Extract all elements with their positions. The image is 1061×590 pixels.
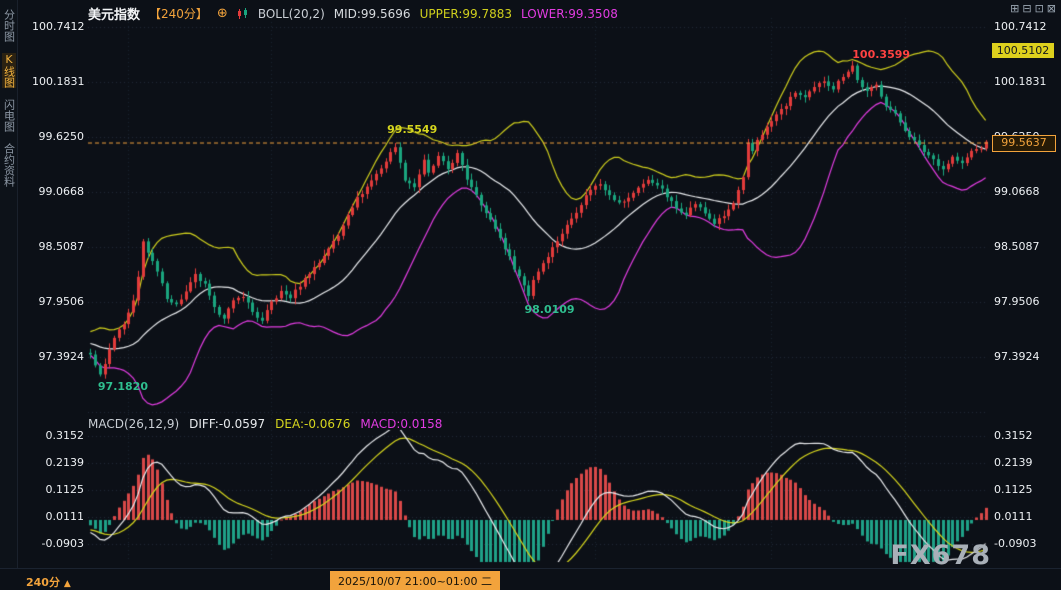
sidebar-tab-timeshare[interactable]: 分时图 xyxy=(2,9,16,42)
trading-chart-window: FX678 分时图 K线图 闪电图 合约资料 美元指数 【240分】 ⊕ BOL… xyxy=(0,0,1061,590)
sidebar-tab-contract-info[interactable]: 合约资料 xyxy=(2,143,16,187)
crosshair-time-box: 2025/10/07 21:00~01:00 二 xyxy=(330,571,500,590)
layout-split-icon[interactable]: ⊟ xyxy=(1022,3,1031,15)
period-indicator[interactable]: 240分 ▲ xyxy=(26,574,71,590)
add-indicator-icon[interactable]: ⊕ xyxy=(217,6,228,21)
upper-band-price-box: 100.5102 xyxy=(992,43,1054,58)
boll-upper-value: UPPER:99.7883 xyxy=(420,7,512,21)
period-selector[interactable]: 【240分】 xyxy=(149,5,208,22)
watermark: FX678 xyxy=(890,540,991,571)
layout-close-icon[interactable]: ⊠ xyxy=(1047,3,1056,15)
boll-indicator-label: BOLL(20,2) xyxy=(258,7,325,21)
boll-mid-value: MID:99.5696 xyxy=(334,7,411,21)
symbol-name: 美元指数 xyxy=(88,4,140,23)
window-layout-controls: ⊞ ⊟ ⊡ ⊠ xyxy=(1010,3,1056,15)
macd-dea-value: DEA:-0.0676 xyxy=(275,417,350,431)
macd-diff-value: DIFF:-0.0597 xyxy=(189,417,265,431)
macd-hist-value: MACD:0.0158 xyxy=(360,417,442,431)
sidebar: 分时图 K线图 闪电图 合约资料 xyxy=(0,0,18,577)
last-price-box: 99.5637 xyxy=(992,135,1056,152)
period-arrow-icon: ▲ xyxy=(64,579,71,589)
time-axis-bar: 240分 ▲ 2025/10/07 21:00~01:00 二 xyxy=(0,568,1061,590)
sidebar-tab-lightning[interactable]: 闪电图 xyxy=(2,99,16,132)
macd-indicator-label: MACD(26,12,9) xyxy=(88,417,179,431)
kline-style-icon[interactable] xyxy=(237,8,249,20)
macd-header: MACD(26,12,9) DIFF:-0.0597 DEA:-0.0676 M… xyxy=(88,417,442,431)
layout-single-icon[interactable]: ⊡ xyxy=(1035,3,1044,15)
chart-header: 美元指数 【240分】 ⊕ BOLL(20,2) MID:99.5696 UPP… xyxy=(88,4,618,23)
sidebar-tab-kline[interactable]: K线图 xyxy=(2,53,16,88)
boll-lower-value: LOWER:99.3508 xyxy=(521,7,618,21)
layout-grid-icon[interactable]: ⊞ xyxy=(1010,3,1019,15)
chart-canvas[interactable] xyxy=(0,0,1061,590)
